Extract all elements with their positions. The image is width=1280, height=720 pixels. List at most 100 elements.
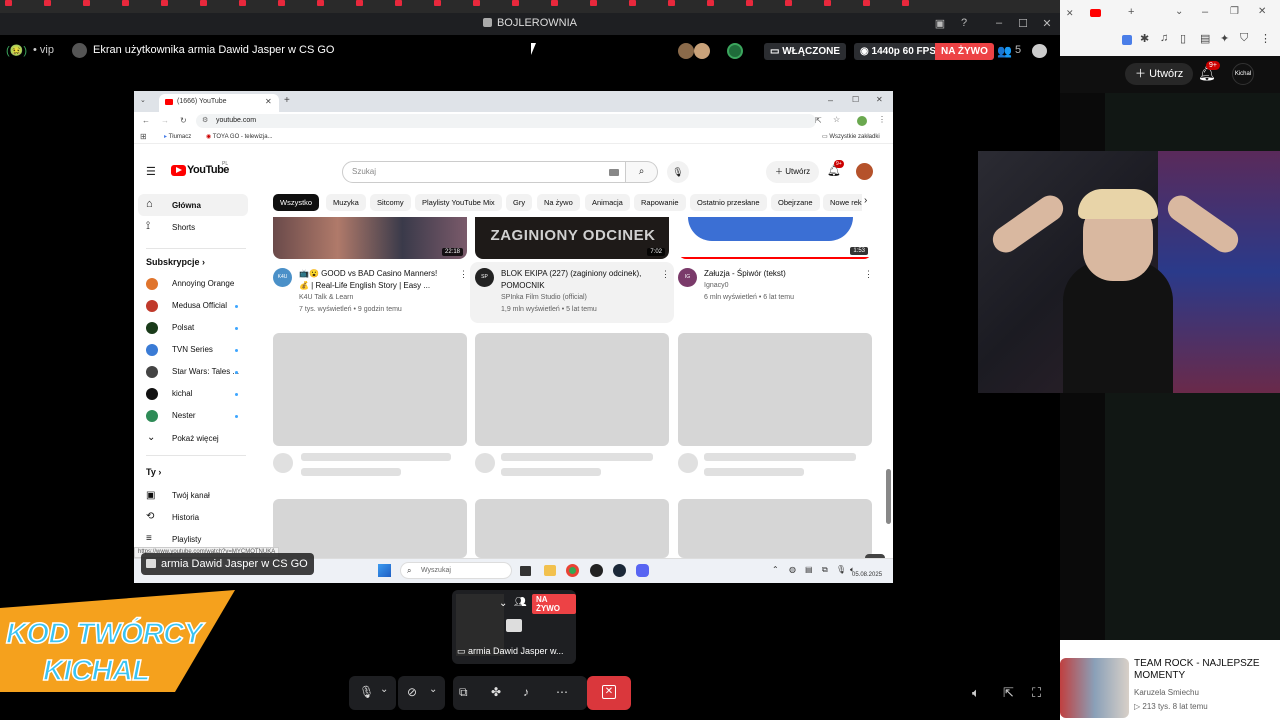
sidebar-item-your-channel[interactable]: ▣ Twój kanał — [146, 485, 246, 507]
screen-share-icon[interactable]: ⧉ — [459, 685, 468, 700]
browser-tab[interactable] — [317, 0, 351, 8]
browser-tab[interactable] — [785, 0, 819, 8]
viewers-icon[interactable]: 👥 — [997, 44, 1012, 58]
video-card-thumbnail[interactable] — [1060, 658, 1129, 718]
minimize-button[interactable]: – — [988, 17, 1010, 29]
sidebar-item-history[interactable]: ⟲ Historia — [146, 507, 246, 529]
video-title[interactable]: Załuzja - Śpiwór (tekst) — [704, 268, 786, 279]
mic-button[interactable]: 🎙︎ ⌄ — [349, 676, 396, 710]
volume-icon[interactable]: 🔈︎ — [972, 685, 980, 701]
create-button[interactable]: ＋ Utwórz — [1125, 63, 1194, 85]
video-title[interactable]: 📺😮 GOOD vs BAD Casino Manners! — [299, 268, 437, 279]
sidebar-item-subscription[interactable]: kichal — [146, 384, 246, 404]
show-more-button[interactable]: ⌄ Pokaż więcej — [146, 428, 246, 450]
avatar[interactable]: Kichal — [1232, 63, 1254, 85]
tab-search-icon[interactable]: ⌄ — [1175, 6, 1183, 17]
video-menu-icon[interactable]: ⋮ — [864, 269, 873, 280]
browser-tab[interactable] — [824, 0, 858, 8]
people-icon[interactable]: 👥︎ — [514, 597, 527, 608]
watch-status-badge[interactable]: ▭ WŁĄCZONE — [764, 43, 847, 60]
sidebar-item-subscription[interactable]: Star Wars: Tales ... — [146, 362, 246, 382]
browser-tab[interactable] — [200, 0, 234, 8]
wallet-icon[interactable]: ▤ — [1200, 32, 1210, 45]
task-view-icon[interactable] — [520, 566, 531, 576]
video-channel[interactable]: K4U Talk & Learn — [299, 292, 353, 303]
browser-tab[interactable] — [902, 0, 936, 8]
you-header[interactable]: Ty › — [146, 467, 161, 477]
sidepanel-icon[interactable]: ▯ — [1180, 32, 1186, 45]
sidebar-item-subscription[interactable]: TVN Series — [146, 340, 246, 360]
browser-tab[interactable] — [278, 0, 312, 8]
app-icon[interactable] — [590, 564, 603, 577]
video-menu-icon[interactable]: ⋮ — [661, 269, 670, 280]
video-title[interactable]: 💰 | Real-Life English Story | Easy ... — [299, 280, 430, 291]
browser-tab[interactable] — [434, 0, 468, 8]
new-tab-button[interactable]: + — [1128, 6, 1134, 18]
chevron-down-icon[interactable]: ⌄ — [429, 684, 437, 695]
close-button[interactable]: ✕ — [1258, 6, 1266, 17]
channel-avatar[interactable]: IG — [678, 268, 697, 287]
video-channel[interactable]: Ignacy0 — [704, 280, 729, 291]
video-channel[interactable]: SPInka Film Studio (official) — [501, 292, 587, 303]
browser-tab[interactable] — [863, 0, 897, 8]
browser-tab[interactable] — [707, 0, 741, 8]
browser-tab[interactable] — [512, 0, 546, 8]
windows-start-icon[interactable] — [378, 564, 391, 577]
sidebar-item-subscription[interactable]: Nester — [146, 406, 246, 426]
browser-tab[interactable] — [239, 0, 273, 8]
help-icon[interactable]: ? — [953, 17, 975, 29]
soundboard-icon[interactable]: ♪ — [523, 685, 529, 699]
browser-tab[interactable] — [629, 0, 663, 8]
inbox-icon[interactable]: ▣ — [929, 17, 951, 30]
video-card-channel[interactable]: Karuzela Smiechu — [1134, 688, 1199, 697]
browser-tab[interactable] — [395, 0, 429, 8]
steam-icon[interactable] — [613, 564, 626, 577]
channel-avatar[interactable]: K4U — [273, 268, 292, 287]
browser-tab[interactable] — [590, 0, 624, 8]
file-explorer-icon[interactable] — [544, 565, 556, 576]
popout-icon[interactable]: ⇱ — [1003, 685, 1014, 701]
video-title[interactable]: BLOK EKIPA (227) (zaginiony odcinek), — [501, 268, 641, 279]
activities-icon[interactable]: ✤ — [491, 685, 501, 699]
close-button[interactable]: ✕ — [1036, 17, 1058, 30]
stream-preview-tile[interactable]: NA ŻYWO ⌄ 👥︎ ▭ armia Dawid Jasper w... — [452, 590, 576, 664]
maximize-button[interactable]: ☐ — [1012, 17, 1034, 30]
browser-tab[interactable] — [473, 0, 507, 8]
youtube-tab-icon[interactable] — [1090, 9, 1101, 17]
shield-icon[interactable]: ⛉ — [1240, 32, 1248, 45]
disconnect-button[interactable]: ✕ — [587, 676, 631, 710]
channel-avatar[interactable]: SP — [475, 268, 494, 287]
video-card[interactable]: TEAM ROCK - NAJLEPSZE MOMENTY Karuzela S… — [1060, 640, 1280, 720]
browser-tab[interactable] — [746, 0, 780, 8]
restore-button[interactable]: ❐ — [1230, 6, 1239, 17]
video-menu-icon[interactable]: ⋮ — [459, 269, 468, 280]
ai-icon[interactable]: ✦ — [1220, 32, 1229, 45]
more-icon[interactable]: ⋮ — [1260, 32, 1271, 45]
music-icon[interactable]: ♫ — [1160, 32, 1168, 44]
tray-app-icon[interactable]: ▤ — [805, 565, 813, 574]
server-name[interactable]: • vip — [33, 44, 54, 56]
browser-tab[interactable] — [122, 0, 156, 8]
fullscreen-icon[interactable]: ⛶ — [1032, 685, 1041, 701]
camera-button[interactable]: ⊘ ⌄ — [398, 676, 445, 710]
browser-tab[interactable] — [356, 0, 390, 8]
browser-tab[interactable] — [668, 0, 702, 8]
minimize-button[interactable]: – — [1202, 6, 1208, 18]
tray-chevron-icon[interactable]: ⌃ — [772, 565, 779, 574]
mic-icon[interactable]: 🎙︎ — [836, 565, 846, 574]
translate-icon[interactable] — [1122, 35, 1132, 45]
browser-tab[interactable] — [161, 0, 195, 8]
more-icon[interactable]: ⋯ — [556, 685, 568, 699]
video-card-title[interactable]: TEAM ROCK - NAJLEPSZE MOMENTY — [1134, 658, 1274, 682]
scrollbar[interactable] — [886, 469, 891, 524]
chat-icon[interactable] — [1032, 44, 1047, 58]
tray-app-icon[interactable]: ◍ — [789, 565, 796, 574]
video-title[interactable]: POMOCNIK — [501, 280, 545, 291]
browser-tab[interactable] — [5, 0, 39, 8]
discord-icon[interactable] — [636, 564, 649, 577]
chevron-down-icon[interactable]: ⌄ — [499, 598, 507, 609]
browser-tab[interactable] — [83, 0, 117, 8]
chevron-down-icon[interactable]: ⌄ — [380, 684, 388, 695]
tab-close-icon[interactable]: ✕ — [1066, 8, 1074, 19]
chrome-icon[interactable] — [566, 564, 579, 577]
